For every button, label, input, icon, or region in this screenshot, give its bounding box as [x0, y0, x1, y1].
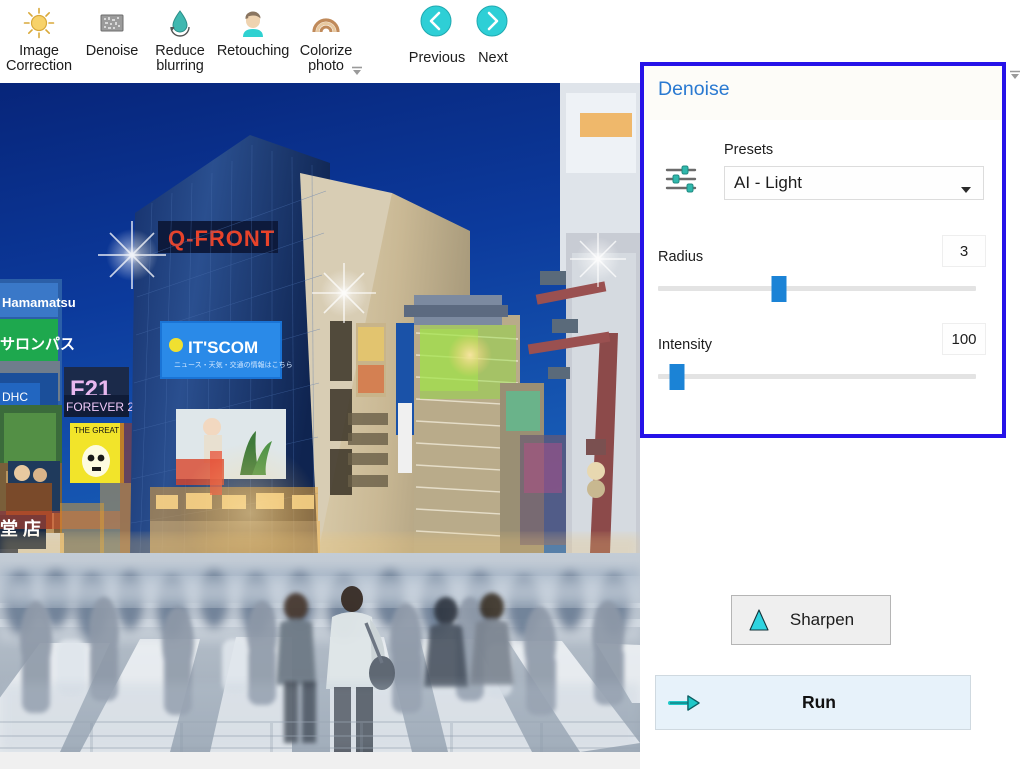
- toolbar-label-line2: photo: [308, 58, 344, 74]
- toolbar-label-line1: Colorize: [300, 43, 352, 59]
- toolbar-item-label: Next: [478, 50, 508, 66]
- person-portrait-icon: [234, 4, 272, 42]
- svg-text:Q-FRONT: Q-FRONT: [168, 226, 275, 251]
- toolbar-item-next[interactable]: Next: [466, 0, 520, 80]
- sliders-icon: [664, 164, 700, 194]
- toolbar-label-line1: Image: [19, 43, 59, 59]
- photo-pane-filler: [0, 752, 640, 769]
- toolbar-item-label: Previous: [409, 50, 465, 66]
- chevron-right-circle-icon: [473, 2, 513, 42]
- radius-slider-thumb[interactable]: [771, 276, 786, 302]
- toolbar-item-label: Colorize photo: [300, 44, 352, 74]
- toolbar-item-label: Reduce blurring: [155, 44, 204, 74]
- radius-slider[interactable]: [658, 278, 976, 300]
- chevron-left-circle-icon: [417, 2, 457, 42]
- rainbow-icon: [307, 4, 345, 42]
- arrow-right-icon: [668, 692, 702, 714]
- toolbar-item-previous[interactable]: Previous: [408, 0, 466, 80]
- svg-text:Hamamatsu: Hamamatsu: [2, 295, 76, 310]
- svg-text:FOREVER 21: FOREVER 21: [66, 400, 141, 414]
- run-button[interactable]: Run: [655, 675, 971, 730]
- sun-icon: [20, 4, 58, 42]
- toolbar-label-line1: Retouching: [217, 43, 289, 59]
- toolbar-overflow-chevron-down-icon[interactable]: [349, 64, 365, 76]
- toolbar-label-line2: Correction: [6, 58, 72, 74]
- presets-dropdown[interactable]: AI - Light: [724, 166, 984, 200]
- toolbar-item-denoise[interactable]: Denoise: [78, 0, 146, 80]
- radius-label: Radius: [658, 249, 703, 265]
- sharpen-button-label: Sharpen: [772, 610, 872, 630]
- svg-text:IT'SCOM: IT'SCOM: [188, 338, 258, 357]
- presets-selected-value: AI - Light: [734, 173, 961, 193]
- radius-value-input[interactable]: 3: [942, 235, 986, 267]
- noise-grain-icon: [93, 4, 131, 42]
- svg-text:サロンパス: サロンパス: [0, 336, 75, 353]
- toolbar-label-line1: Denoise: [86, 43, 139, 59]
- intensity-slider[interactable]: [658, 366, 976, 388]
- intensity-label: Intensity: [658, 337, 712, 353]
- toolbar-item-retouching[interactable]: Retouching: [214, 0, 292, 80]
- toolbar-item-label: Retouching: [217, 44, 289, 59]
- intensity-slider-track: [658, 374, 976, 379]
- denoise-settings-panel: Denoise Presets AI - Light: [640, 62, 1006, 438]
- radius-slider-track: [658, 286, 976, 291]
- toolbar-label-line2: blurring: [156, 58, 204, 74]
- intensity-value-input[interactable]: 100: [942, 323, 986, 355]
- toolbar-navigation-group: Previous Next: [408, 0, 520, 82]
- water-drop-icon: [161, 4, 199, 42]
- toolbar-label-line1: Reduce: [155, 43, 204, 59]
- denoise-panel-header: Denoise: [644, 66, 1002, 120]
- presets-row: Presets AI - Light: [656, 142, 986, 214]
- svg-text:THE GREAT: THE GREAT: [74, 426, 119, 435]
- panel-overflow-chevron-down-icon[interactable]: [1008, 68, 1021, 80]
- chevron-down-icon: [961, 180, 971, 186]
- image-editor-window: Image Correction: [0, 0, 1021, 769]
- toolbar-item-label: Image Correction: [6, 44, 72, 74]
- presets-label: Presets: [724, 142, 773, 158]
- svg-text:DHC: DHC: [2, 390, 28, 404]
- svg-text:ニュース・天気・交通の情報はこちら: ニュース・天気・交通の情報はこちら: [174, 360, 293, 369]
- run-button-label: Run: [702, 692, 936, 713]
- toolbar-item-label: Denoise: [86, 44, 139, 59]
- toolbar-item-reduce-blurring[interactable]: Reduce blurring: [146, 0, 214, 80]
- photo-preview-shibuya-crossing[interactable]: Hamamatsu サロンパス DHC F21 FOREVER 21 T: [0, 83, 640, 752]
- panel-title: Denoise: [658, 78, 730, 101]
- triangle-up-icon: [746, 607, 772, 633]
- sharpen-button[interactable]: Sharpen: [731, 595, 891, 645]
- toolbar-item-image-correction[interactable]: Image Correction: [0, 0, 78, 80]
- toolbar-tool-group: Image Correction: [0, 0, 360, 82]
- intensity-slider-thumb[interactable]: [670, 364, 685, 390]
